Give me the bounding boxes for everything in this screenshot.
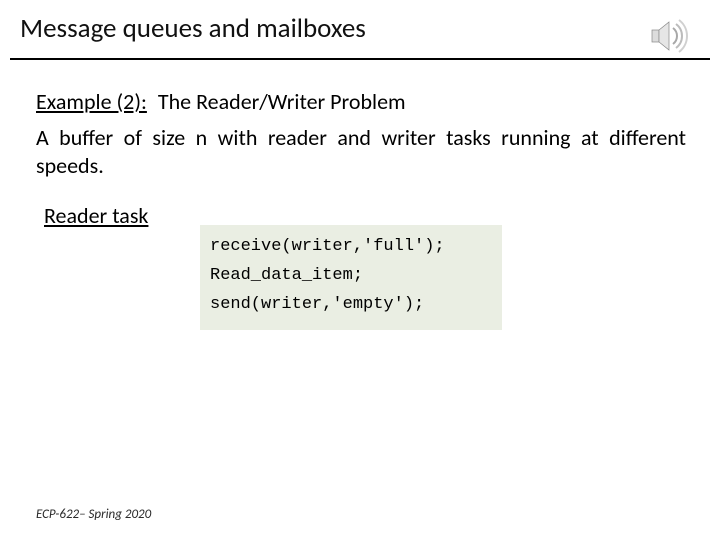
code-line: send(writer,'empty');: [210, 291, 492, 320]
page-title: Message queues and mailboxes: [20, 12, 366, 45]
example-heading: Example (2): The Reader/Writer Problem: [36, 88, 406, 115]
title-rule: [10, 58, 710, 60]
example-label: Example (2):: [36, 88, 147, 115]
speaker-icon: [646, 14, 690, 58]
footer-text: ECP-622– Spring 2020: [36, 507, 151, 522]
example-description: A buffer of size n with reader and write…: [36, 124, 686, 179]
example-title: The Reader/Writer Problem: [158, 88, 406, 115]
reader-task-label: Reader task: [44, 202, 148, 229]
code-line: receive(writer,'full');: [210, 233, 492, 262]
code-block: receive(writer,'full'); Read_data_item; …: [200, 225, 502, 330]
code-line: Read_data_item;: [210, 262, 492, 291]
